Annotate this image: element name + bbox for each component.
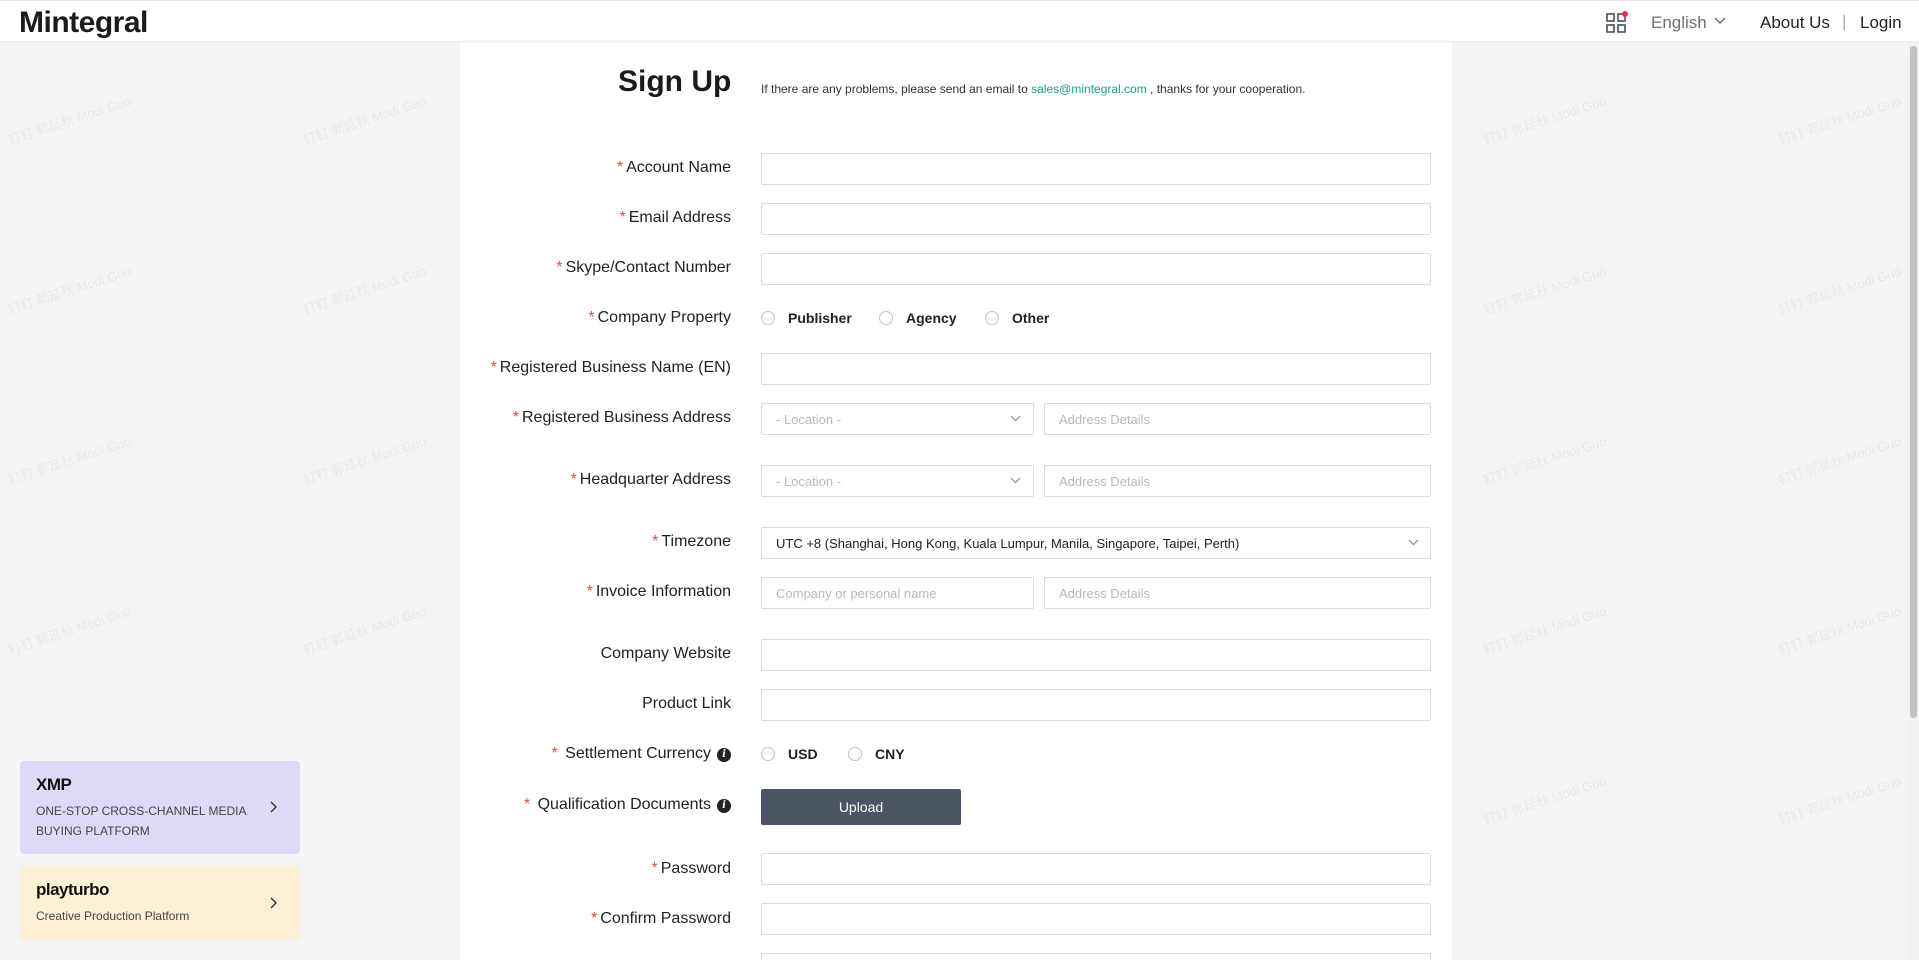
watermark: 钉钉 郭延秋 Modi Guo bbox=[1481, 603, 1609, 658]
watermark: 钉钉 郭延秋 Modi Guo bbox=[1776, 263, 1904, 318]
account-name-input[interactable] bbox=[761, 153, 1431, 185]
playturbo-description: Creative Production Platform bbox=[36, 909, 190, 923]
info-icon[interactable]: i bbox=[717, 799, 731, 813]
language-selector[interactable]: English bbox=[1651, 13, 1707, 33]
info-icon[interactable]: i bbox=[717, 748, 731, 762]
watermark: 钉钉 郭延秋 Modi Guo bbox=[301, 93, 429, 148]
chevron-down-icon[interactable] bbox=[1714, 17, 1726, 25]
xmp-promo-card[interactable]: XMP ONE-STOP CROSS-CHANNEL MEDIA BUYING … bbox=[20, 761, 300, 854]
invoice-information-label: * Invoice Information bbox=[586, 583, 731, 600]
next-form-input[interactable] bbox=[761, 953, 1431, 960]
watermark: 钉钉 郭延秋 Modi Guo bbox=[1481, 93, 1609, 148]
timezone-label: * Timezone bbox=[652, 533, 731, 550]
radio-publisher[interactable]: Publisher bbox=[761, 310, 852, 326]
qualification-documents-label: * Qualification Documents i bbox=[524, 796, 731, 814]
confirm-password-input[interactable] bbox=[761, 903, 1431, 935]
email-address-label: * Email Address bbox=[619, 209, 732, 226]
scrollbar-thumb[interactable] bbox=[1910, 46, 1917, 718]
business-address-label: * Registered Business Address bbox=[512, 409, 731, 426]
confirm-password-label: * Confirm Password bbox=[591, 910, 731, 927]
skype-contact-label: * Skype/Contact Number bbox=[556, 259, 731, 276]
watermark: 钉钉 郭延秋 Modi Guo bbox=[1481, 773, 1609, 828]
watermark: 钉钉 郭延秋 Modi Guo bbox=[1776, 603, 1904, 658]
headquarter-address-label: * Headquarter Address bbox=[570, 471, 731, 488]
login-link[interactable]: Login bbox=[1860, 13, 1902, 33]
nav-separator: | bbox=[1842, 12, 1847, 31]
chevron-down-icon[interactable] bbox=[1010, 415, 1021, 422]
watermark: 钉钉 郭延秋 Modi Guo bbox=[1481, 433, 1609, 488]
radio-cny[interactable]: CNY bbox=[848, 746, 905, 762]
headquarter-address-details-input[interactable]: Address Details bbox=[1044, 465, 1431, 497]
business-name-input[interactable] bbox=[761, 353, 1431, 385]
xmp-description: ONE-STOP CROSS-CHANNEL MEDIA BUYING PLAT… bbox=[36, 804, 246, 838]
radio-usd[interactable]: USD bbox=[761, 746, 818, 762]
watermark: 钉钉 郭延秋 Modi Guo bbox=[301, 263, 429, 318]
notification-dot bbox=[1622, 11, 1628, 17]
business-location-select[interactable]: - Location - bbox=[761, 403, 1034, 435]
watermark: 钉钉 郭延秋 Modi Guo bbox=[1776, 773, 1904, 828]
xmp-logo: XMP bbox=[36, 775, 72, 794]
about-us-link[interactable]: About Us bbox=[1760, 13, 1830, 33]
watermark: 钉钉 郭延秋 Modi Guo bbox=[6, 433, 134, 488]
contact-notice: If there are any problems, please send a… bbox=[761, 82, 1306, 96]
watermark: 钉钉 郭延秋 Modi Guo bbox=[6, 263, 134, 318]
upload-button[interactable]: Upload bbox=[761, 789, 961, 825]
chevron-right-icon[interactable] bbox=[270, 897, 278, 909]
headquarter-location-select[interactable]: - Location - bbox=[761, 465, 1034, 497]
invoice-name-input[interactable]: Company or personal name bbox=[761, 577, 1034, 609]
playturbo-logo: playturbo bbox=[36, 880, 109, 899]
watermark: 钉钉 郭延秋 Modi Guo bbox=[1776, 93, 1904, 148]
watermark: 钉钉 郭延秋 Modi Guo bbox=[1776, 433, 1904, 488]
business-name-label: * Registered Business Name (EN) bbox=[490, 359, 731, 376]
timezone-select[interactable]: UTC +8 (Shanghai, Hong Kong, Kuala Lumpu… bbox=[761, 527, 1431, 559]
watermark: 钉钉 郭延秋 Modi Guo bbox=[6, 93, 134, 148]
account-name-label: * Account Name bbox=[616, 159, 731, 176]
settlement-currency-label: * Settlement Currency i bbox=[551, 745, 731, 763]
radio-circle[interactable] bbox=[761, 747, 775, 761]
radio-circle[interactable] bbox=[761, 311, 775, 325]
chevron-down-icon[interactable] bbox=[1010, 477, 1021, 484]
support-email-link[interactable]: sales@mintegral.com bbox=[1031, 82, 1147, 96]
business-address-details-input[interactable]: Address Details bbox=[1044, 403, 1431, 435]
page-title: Sign Up bbox=[618, 65, 732, 98]
chevron-down-icon[interactable] bbox=[1408, 539, 1419, 546]
company-website-label: Company Website bbox=[600, 645, 731, 662]
radio-agency[interactable]: Agency bbox=[879, 310, 957, 326]
radio-circle[interactable] bbox=[879, 311, 893, 325]
password-label: * Password bbox=[651, 860, 731, 877]
radio-circle[interactable] bbox=[848, 747, 862, 761]
watermark: 钉钉 郭延秋 Modi Guo bbox=[1481, 263, 1609, 318]
chevron-right-icon[interactable] bbox=[270, 801, 278, 813]
password-input[interactable] bbox=[761, 853, 1431, 885]
product-link-label: Product Link bbox=[642, 695, 731, 712]
playturbo-promo-card[interactable]: playturbo Creative Production Platform bbox=[20, 866, 300, 940]
radio-other[interactable]: Other bbox=[985, 310, 1049, 326]
radio-circle[interactable] bbox=[985, 311, 999, 325]
watermark: 钉钉 郭延秋 Modi Guo bbox=[6, 603, 134, 658]
mintegral-logo[interactable]: Mintegral bbox=[19, 6, 148, 40]
company-website-input[interactable] bbox=[761, 639, 1431, 671]
watermark: 钉钉 郭延秋 Modi Guo bbox=[301, 603, 429, 658]
company-property-label: * Company Property bbox=[588, 309, 731, 326]
email-address-input[interactable] bbox=[761, 203, 1431, 235]
skype-contact-input[interactable] bbox=[761, 253, 1431, 285]
product-link-input[interactable] bbox=[761, 689, 1431, 721]
top-navigation-bar: Mintegral English About Us | Login bbox=[0, 0, 1919, 42]
page-scrollbar[interactable] bbox=[1908, 42, 1919, 960]
invoice-address-details-input[interactable]: Address Details bbox=[1044, 577, 1431, 609]
watermark: 钉钉 郭延秋 Modi Guo bbox=[301, 433, 429, 488]
